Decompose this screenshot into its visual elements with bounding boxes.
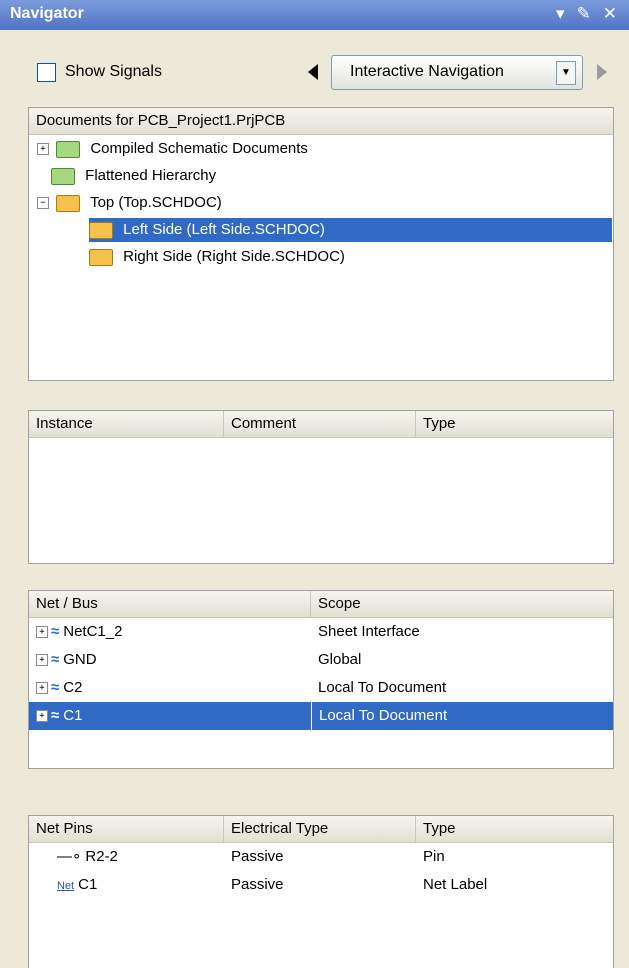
net-row[interactable]: + ≈ NetC1_2 Sheet Interface: [29, 618, 613, 646]
sheet-icon: [89, 248, 113, 266]
column-electrical-type[interactable]: Electrical Type: [224, 816, 416, 842]
net-name: GND: [63, 651, 97, 668]
net-name: C1: [63, 707, 83, 724]
sheet-icon: [89, 221, 113, 239]
sheet-icon: [56, 194, 81, 212]
expand-icon[interactable]: +: [36, 710, 48, 723]
expand-icon[interactable]: +: [36, 626, 48, 639]
tree-item-label: Top (Top.SCHDOC): [90, 194, 222, 211]
column-type[interactable]: Type: [416, 411, 613, 437]
pin-icon[interactable]: ✎: [577, 4, 591, 24]
net-icon: ≈: [51, 651, 60, 668]
net-icon: ≈: [51, 679, 60, 696]
net-scope: Global: [318, 651, 362, 668]
expand-icon[interactable]: +: [36, 654, 48, 667]
collapse-icon[interactable]: −: [37, 197, 49, 210]
tree-item-left-side[interactable]: Left Side (Left Side.SCHDOC): [89, 218, 612, 242]
navigator-titlebar: Navigator ▾ ✎ ✕: [0, 0, 629, 30]
folder-icon: [56, 140, 81, 158]
column-pin-type[interactable]: Type: [416, 816, 613, 842]
pin-icon: —∘: [57, 848, 82, 865]
net-scope: Local To Document: [311, 702, 613, 730]
tree-item-top[interactable]: − Top (Top.SCHDOC): [37, 191, 222, 215]
tree-item-right-side[interactable]: Right Side (Right Side.SCHDOC): [89, 245, 345, 269]
tree-item-flattened[interactable]: Flattened Hierarchy: [51, 164, 216, 188]
net-scope: Sheet Interface: [318, 623, 420, 640]
tree-item-label: Flattened Hierarchy: [85, 167, 217, 184]
net-row-selected[interactable]: + ≈ C1 Local To Document: [29, 702, 613, 730]
navigation-mode-combo[interactable]: Interactive Navigation ▼: [331, 55, 583, 90]
net-scope: Local To Document: [318, 679, 447, 696]
net-row[interactable]: + ≈ GND Global: [29, 646, 613, 674]
net-icon: ≈: [51, 707, 60, 724]
expand-icon[interactable]: +: [36, 682, 48, 695]
folder-icon: [51, 167, 75, 185]
show-signals-label: Show Signals: [65, 63, 162, 80]
tree-item-label: Compiled Schematic Documents: [90, 140, 308, 157]
forward-arrow-icon[interactable]: [597, 64, 607, 80]
column-instance[interactable]: Instance: [29, 411, 224, 437]
navigation-mode-label: Interactive Navigation: [350, 63, 504, 80]
column-net-pins[interactable]: Net Pins: [29, 816, 224, 842]
net-pin-row[interactable]: —∘ R2-2 Passive Pin: [29, 843, 613, 871]
tree-item-compiled[interactable]: + Compiled Schematic Documents: [37, 137, 308, 161]
pin-electrical-type: Passive: [231, 848, 284, 865]
navigator-toolbar: Show Signals Interactive Navigation ▼: [0, 55, 629, 95]
navigator-title: Navigator: [10, 5, 84, 22]
pin-name: C1: [78, 876, 98, 893]
net-label-icon: Net: [57, 880, 75, 892]
chevron-down-icon[interactable]: ▼: [556, 61, 576, 85]
instance-panel: Instance Comment Type: [28, 410, 614, 564]
net-icon: ≈: [51, 623, 60, 640]
net-name: C2: [63, 679, 83, 696]
tree-item-label: Right Side (Right Side.SCHDOC): [123, 248, 345, 265]
pin-type: Net Label: [423, 876, 488, 893]
dropdown-arrow-icon[interactable]: ▾: [556, 4, 565, 24]
pin-type: Pin: [423, 848, 445, 865]
net-pins-panel: Net Pins Electrical Type Type —∘ R2-2 Pas…: [28, 815, 614, 968]
column-scope[interactable]: Scope: [311, 591, 613, 617]
pin-name: R2-2: [85, 848, 118, 865]
column-comment[interactable]: Comment: [224, 411, 416, 437]
column-net-bus[interactable]: Net / Bus: [29, 591, 311, 617]
close-icon[interactable]: ✕: [603, 4, 617, 24]
documents-panel: Documents for PCB_Project1.PrjPCB + Comp…: [28, 107, 614, 381]
net-name: NetC1_2: [63, 623, 123, 640]
show-signals-checkbox[interactable]: [37, 63, 56, 82]
net-bus-panel: Net / Bus Scope + ≈ NetC1_2 Sheet Interfac…: [28, 590, 614, 769]
net-row[interactable]: + ≈ C2 Local To Document: [29, 674, 613, 702]
back-arrow-icon[interactable]: [308, 64, 318, 80]
documents-header: Documents for PCB_Project1.PrjPCB: [29, 108, 613, 135]
tree-item-label: Left Side (Left Side.SCHDOC): [123, 221, 325, 238]
expand-icon[interactable]: +: [37, 143, 49, 156]
pin-electrical-type: Passive: [231, 876, 284, 893]
net-pin-row[interactable]: Net C1 Passive Net Label: [29, 871, 613, 899]
